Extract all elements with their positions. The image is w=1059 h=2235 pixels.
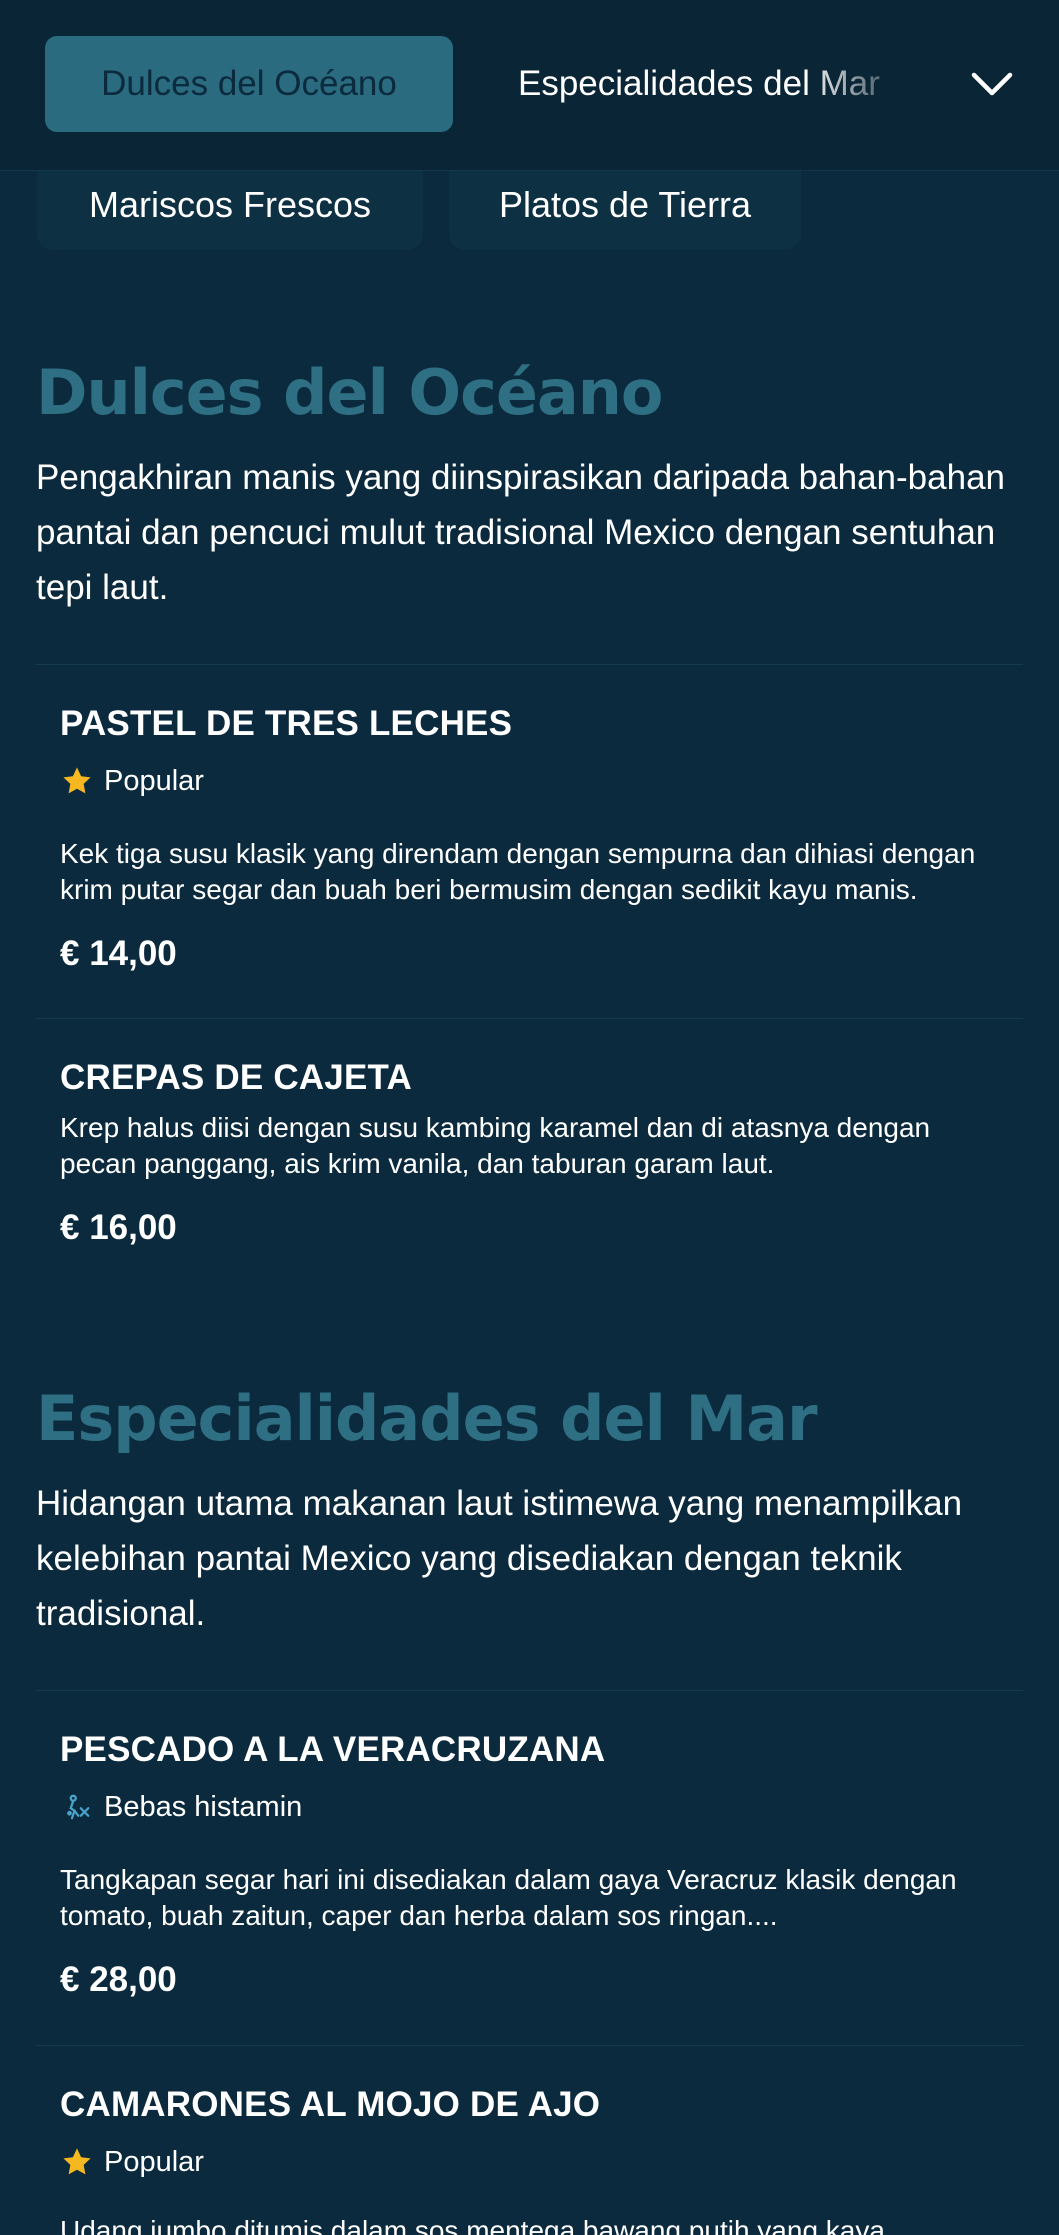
category-pill-label: Mariscos Frescos [88,184,372,225]
item-name: CREPAS DE CAJETA [60,1058,412,1097]
item-description: Kek tiga susu klasik yang direndam denga… [60,838,976,905]
item-description: Udang jumbo ditumis dalam sos mentega ba… [60,2215,885,2235]
item-tag-label: Popular [104,2145,204,2178]
item-price: € 28,00 [60,1960,177,1999]
item-name: PESCADO A LA VERACRUZANA [60,1730,606,1769]
expand-categories-button[interactable] [969,62,1015,108]
category-pill-label: Platos de Tierra [498,184,752,225]
star-icon [60,2145,94,2179]
item-name: PASTEL DE TRES LECHES [60,704,513,743]
menu-item-pastel-de-tres-leches[interactable]: PASTEL DE TRES LECHES Popular Kek tiga s… [60,664,1010,1018]
chevron-down-icon [971,72,1013,96]
section-title: Especialidades del Mar [36,1382,818,1455]
category-tab-especialidades-del-mar[interactable]: Especialidades del Mar [488,36,928,132]
item-tag-popular: Popular [60,764,204,798]
star-icon [60,764,94,798]
category-tab-dulces-del-oceano[interactable]: Dulces del Océano [45,36,453,132]
category-nav: Dulces del Océano Especialidades del Mar [0,0,1059,171]
item-tag-label: Popular [104,764,204,797]
menu-page: Mariscos Frescos Platos de Tierra Dulces… [0,0,1059,2235]
menu-item-crepas-de-cajeta[interactable]: CREPAS DE CAJETA Krep halus diisi dengan… [60,1018,1010,1288]
item-price: € 16,00 [60,1208,177,1247]
section-description: Hidangan utama makanan laut istimewa yan… [36,1484,963,1633]
item-tag-label: Bebas histamin [104,1790,303,1823]
item-description: Krep halus diisi dengan susu kambing kar… [60,1112,931,1179]
item-tag-histamine-free: Bebas histamin [60,1790,302,1824]
histamine-free-icon [60,1790,94,1824]
category-tab-label: Especialidades del Mar [518,64,880,103]
section-title: Dulces del Océano [36,356,663,429]
category-tab-label: Dulces del Océano [101,64,397,103]
item-name: CAMARONES AL MOJO DE AJO [60,2085,601,2124]
menu-item-camarones-al-mojo-de-ajo[interactable]: CAMARONES AL MOJO DE AJO Popular Udang j… [60,2045,1010,2235]
item-price: € 14,00 [60,934,177,973]
menu-item-pescado-a-la-veracruzana[interactable]: PESCADO A LA VERACRUZANA Bebas histamin … [60,1690,1010,2045]
item-tag-popular: Popular [60,2145,204,2179]
item-description: Tangkapan segar hari ini disediakan dala… [60,1864,957,1931]
section-description: Pengakhiran manis yang diinspirasikan da… [36,458,1005,607]
